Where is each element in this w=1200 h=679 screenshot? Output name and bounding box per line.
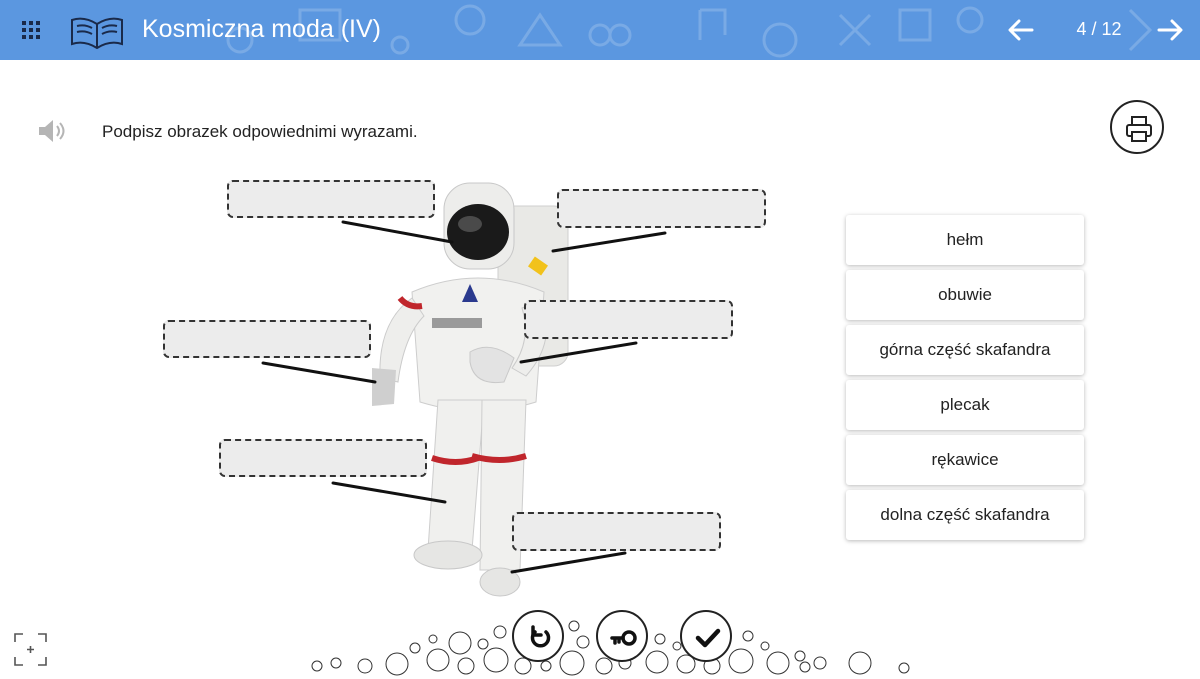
reset-icon — [530, 625, 551, 648]
drop-zone-upper-suit[interactable] — [524, 300, 733, 339]
fullscreen-icon[interactable] — [14, 633, 47, 666]
drop-zone-helmet[interactable] — [227, 180, 435, 218]
word-card[interactable]: obuwie — [846, 270, 1084, 320]
word-card[interactable]: górna część skafandra — [846, 325, 1084, 375]
key-icon — [610, 630, 637, 646]
check-icon — [695, 628, 721, 648]
answer-key-button[interactable] — [596, 610, 648, 662]
word-card[interactable]: plecak — [846, 380, 1084, 430]
word-card[interactable]: rękawice — [846, 435, 1084, 485]
drop-zone-lower-suit[interactable] — [219, 439, 427, 477]
check-button[interactable] — [680, 610, 732, 662]
drop-zone-backpack[interactable] — [557, 189, 766, 228]
word-card[interactable]: hełm — [846, 215, 1084, 265]
word-card[interactable]: dolna część skafandra — [846, 490, 1084, 540]
drop-zone-boots[interactable] — [512, 512, 721, 551]
drop-zone-gloves[interactable] — [163, 320, 371, 358]
reset-button[interactable] — [512, 610, 564, 662]
